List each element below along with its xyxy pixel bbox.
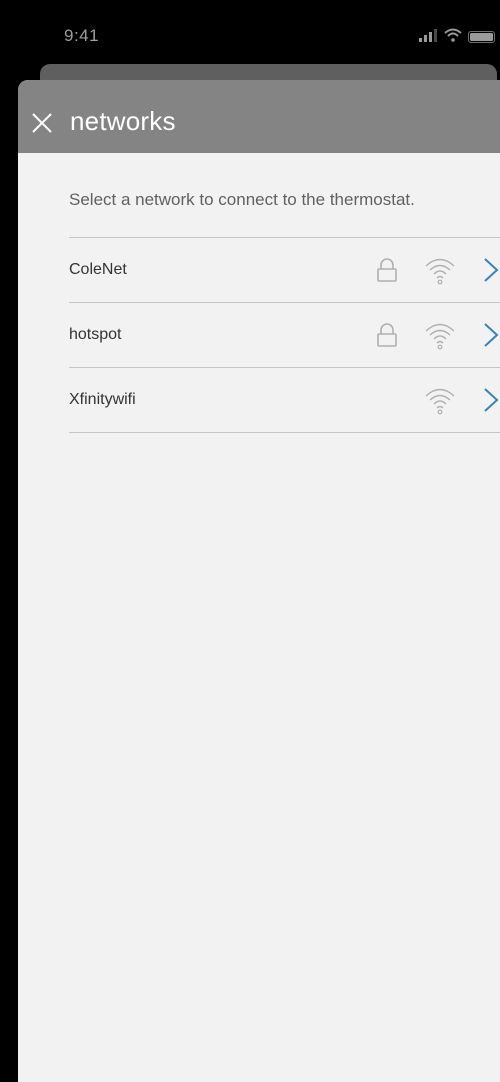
status-bar: 9:41: [0, 0, 500, 62]
chevron-right-icon: [482, 321, 500, 349]
status-time: 9:41: [64, 26, 100, 45]
lock-icon: [376, 257, 398, 283]
chevron-right-icon: [482, 256, 500, 284]
instructions-text: Select a network to connect to the therm…: [69, 190, 415, 209]
wifi-icon: [423, 321, 457, 351]
close-button[interactable]: [28, 109, 56, 137]
sheet-header: networks: [18, 80, 500, 153]
network-list: ColeNet hotspot Xfinitywifi: [69, 237, 500, 433]
chevron-right-icon: [482, 386, 500, 414]
wifi-icon: [423, 256, 457, 286]
network-row-hotspot[interactable]: hotspot: [69, 303, 500, 368]
wifi-status-icon: [444, 28, 462, 42]
network-row-xfinitywifi[interactable]: Xfinitywifi: [69, 368, 500, 433]
networks-sheet: networks Select a network to connect to …: [18, 80, 500, 1082]
battery-icon: [468, 30, 496, 43]
page-title: networks: [70, 106, 176, 136]
close-icon: [32, 113, 52, 133]
wifi-icon: [423, 386, 457, 416]
network-name: hotspot: [69, 326, 122, 343]
network-name: Xfinitywifi: [69, 391, 136, 408]
status-icons: [418, 28, 496, 43]
network-row-colenet[interactable]: ColeNet: [69, 238, 500, 303]
lock-icon: [376, 322, 398, 348]
network-name: ColeNet: [69, 261, 127, 278]
signal-icon: [418, 28, 438, 42]
